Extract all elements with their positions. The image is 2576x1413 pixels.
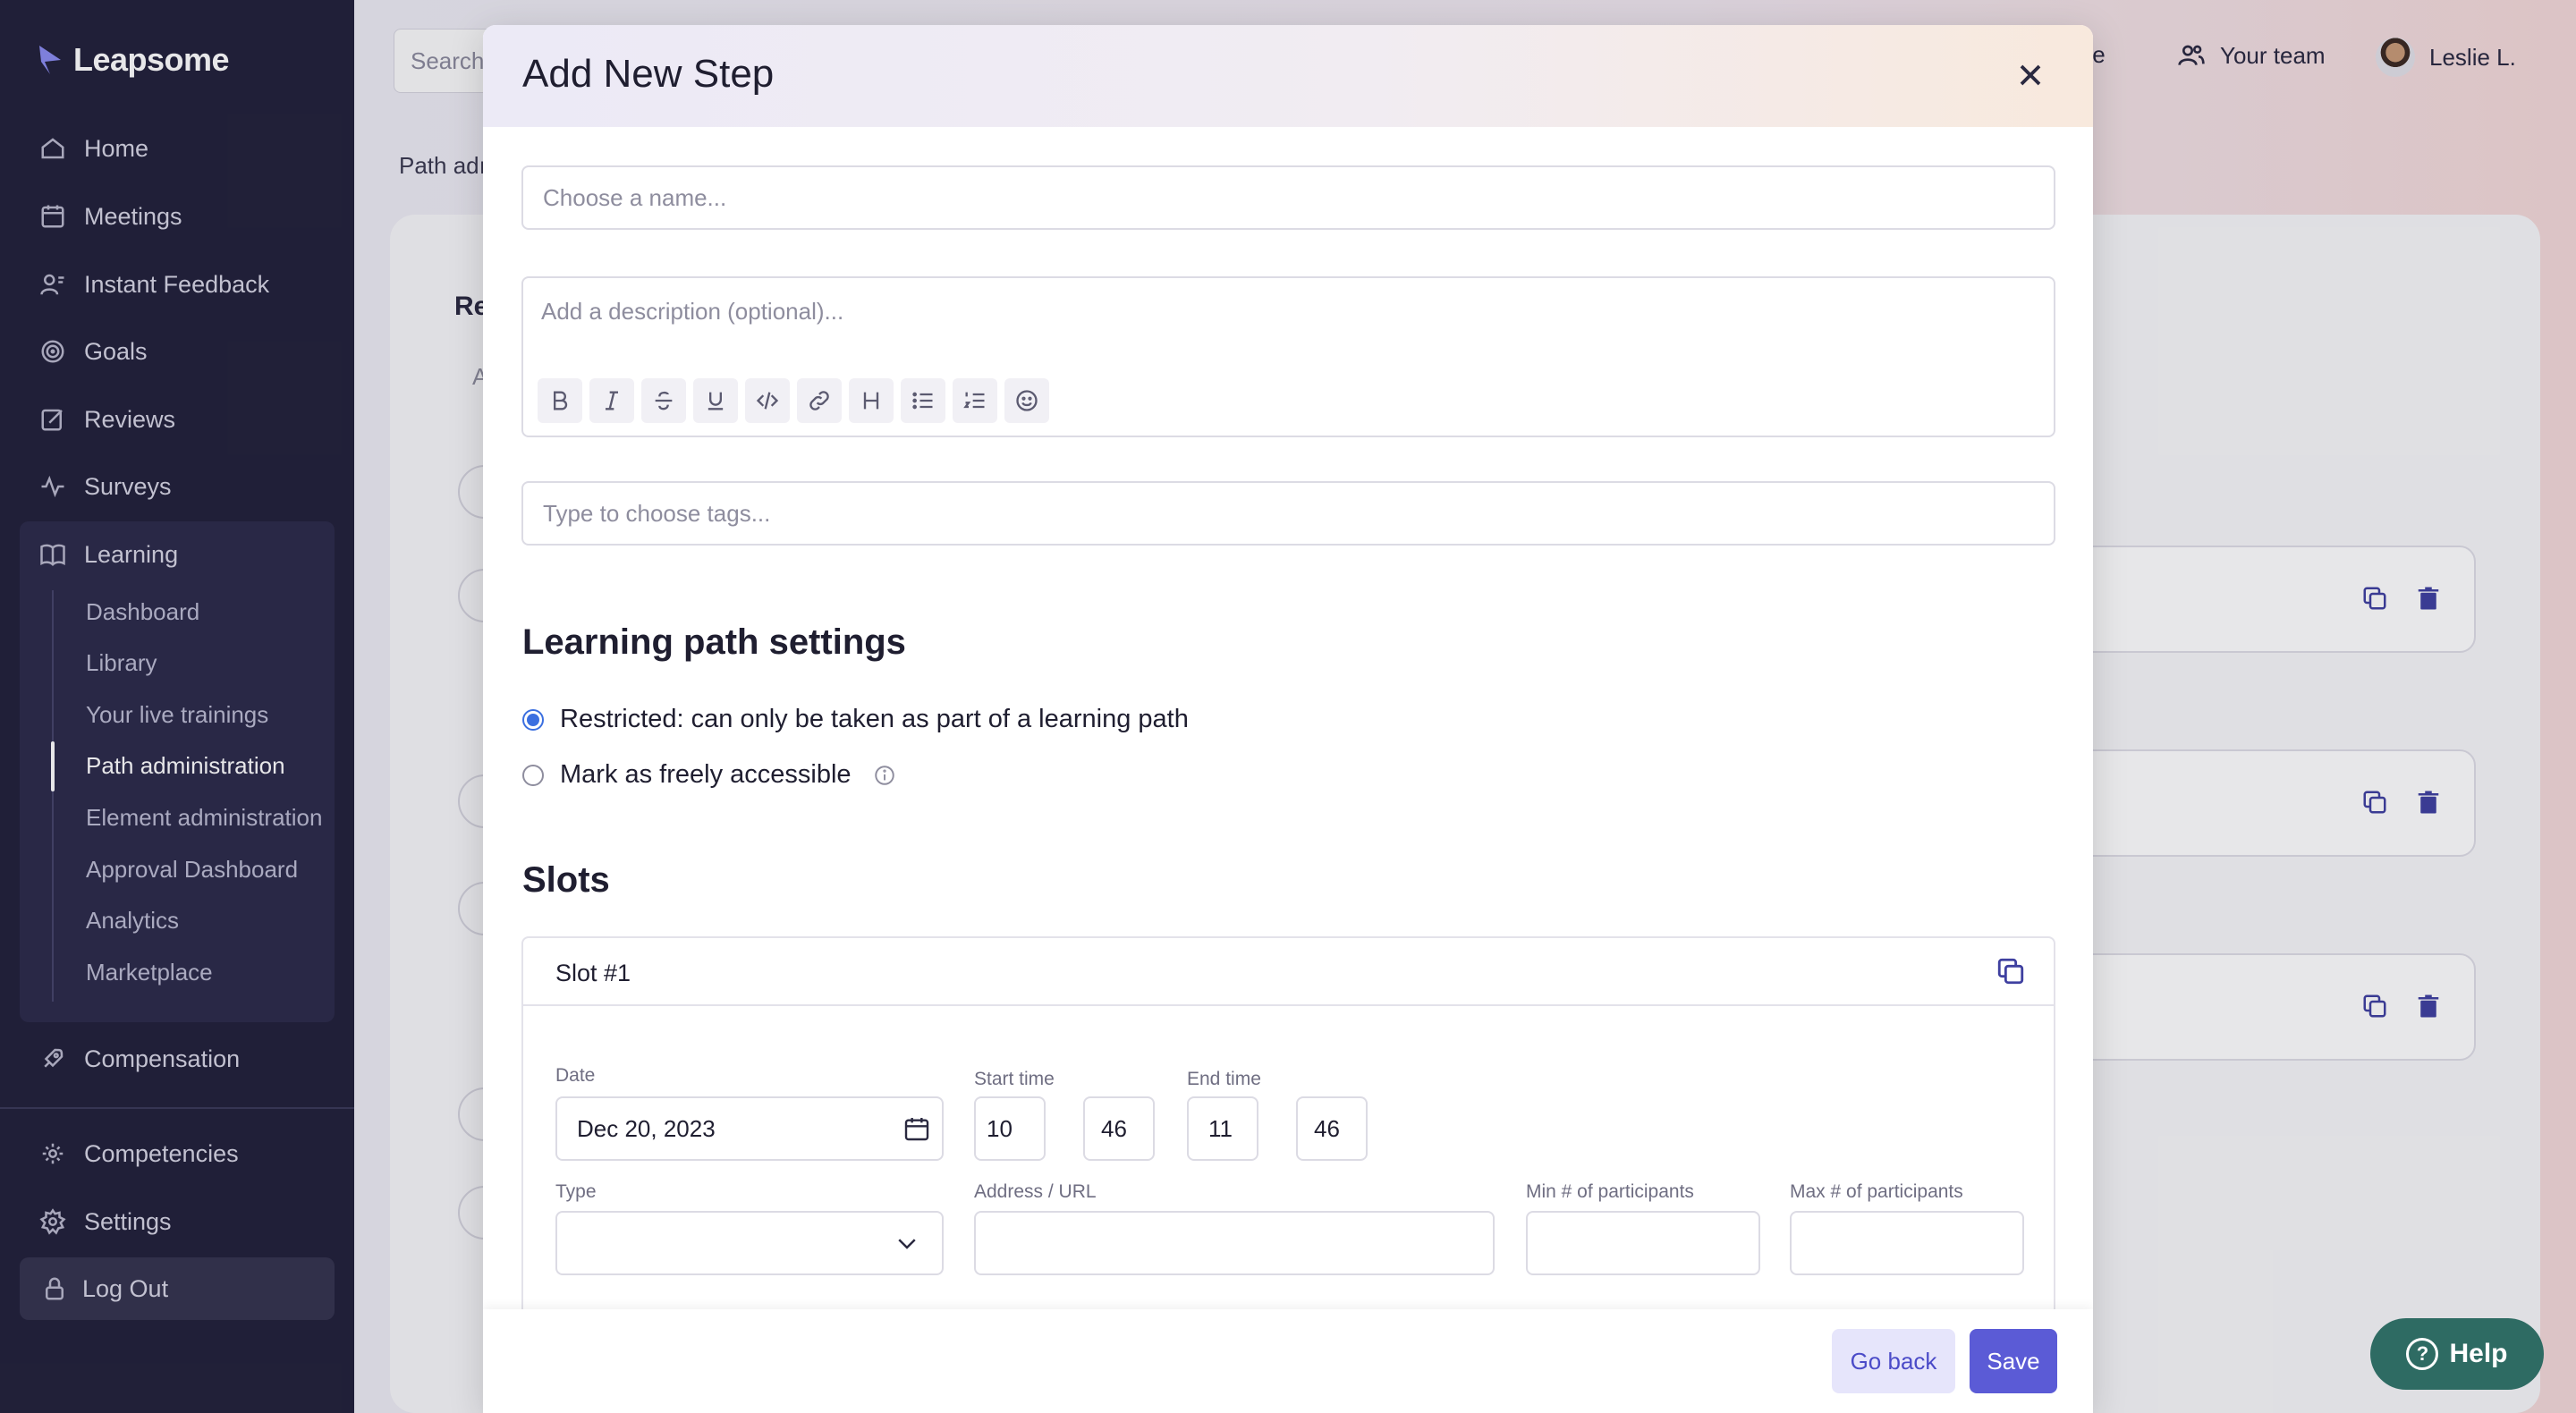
modal-title: Add New Step [522, 52, 775, 96]
italic-icon [606, 391, 618, 410]
underline-icon [708, 392, 724, 410]
slots-title: Slots [522, 860, 610, 900]
strikethrough-button[interactable] [641, 378, 686, 423]
duplicate-slot-button[interactable] [1996, 956, 2028, 988]
type-select[interactable] [555, 1211, 944, 1275]
date-label: Date [555, 1065, 596, 1086]
calendar-icon[interactable] [902, 1114, 931, 1143]
add-step-modal: Add New Step Add a description (optional… [483, 25, 2093, 1413]
start-hour-input[interactable] [974, 1096, 1046, 1161]
heading-button[interactable] [849, 378, 894, 423]
restricted-radio[interactable] [522, 708, 544, 731]
copy-icon [1997, 958, 2024, 985]
strikethrough-icon [655, 391, 673, 410]
option-freely-accessible[interactable]: Mark as freely accessible [522, 760, 896, 790]
end-hour-input[interactable] [1187, 1096, 1258, 1161]
go-back-button[interactable]: Go back [1832, 1329, 1955, 1393]
slot-title: Slot #1 [555, 960, 631, 986]
step-name-input[interactable] [521, 165, 2055, 230]
underline-button[interactable] [693, 378, 738, 423]
help-button[interactable]: ? Help [2370, 1318, 2544, 1390]
min-participants-label: Min # of participants [1526, 1181, 1694, 1202]
numbered-list-icon [963, 392, 985, 409]
end-time-label: End time [1187, 1069, 1261, 1089]
close-icon [2020, 64, 2041, 86]
bullet-list-icon [912, 392, 933, 410]
learning-path-settings-title: Learning path settings [522, 622, 906, 662]
close-button[interactable] [2012, 57, 2048, 93]
link-icon [809, 391, 829, 410]
description-placeholder: Add a description (optional)... [541, 298, 844, 325]
help-label: Help [2449, 1339, 2508, 1368]
save-button[interactable]: Save [1970, 1329, 2057, 1393]
end-minute-input[interactable] [1296, 1096, 1368, 1161]
date-field[interactable] [555, 1096, 944, 1161]
emoji-icon [1016, 390, 1038, 411]
min-participants-input[interactable] [1526, 1211, 1760, 1275]
bold-button[interactable] [538, 378, 582, 423]
modal-header: Add New Step [483, 25, 2093, 127]
max-participants-label: Max # of participants [1790, 1181, 1963, 1202]
tags-input[interactable] [521, 481, 2055, 546]
emoji-button[interactable] [1004, 378, 1049, 423]
question-icon: ? [2406, 1338, 2439, 1370]
bold-icon [554, 391, 568, 410]
numbered-list-button[interactable] [953, 378, 997, 423]
description-editor[interactable]: Add a description (optional)... [521, 276, 2055, 437]
type-label: Type [555, 1181, 597, 1202]
address-input[interactable] [974, 1211, 1495, 1275]
heading-icon [863, 392, 879, 410]
formatting-toolbar [538, 378, 1049, 423]
bullet-list-button[interactable] [901, 378, 945, 423]
option-restricted[interactable]: Restricted: can only be taken as part of… [522, 705, 1189, 734]
freely-accessible-radio[interactable] [522, 764, 544, 786]
start-time-label: Start time [974, 1069, 1055, 1089]
start-minute-input[interactable] [1083, 1096, 1155, 1161]
italic-button[interactable] [589, 378, 634, 423]
slot-header: Slot #1 [523, 938, 2054, 1006]
restricted-label: Restricted: can only be taken as part of… [560, 705, 1189, 733]
modal-footer: Go back Save [483, 1309, 2093, 1413]
freely-accessible-label: Mark as freely accessible [560, 760, 852, 789]
code-button[interactable] [745, 378, 790, 423]
info-icon[interactable] [873, 764, 896, 787]
address-label: Address / URL [974, 1181, 1097, 1202]
chevron-down-icon [898, 1239, 916, 1249]
code-icon [756, 392, 779, 410]
link-button[interactable] [797, 378, 842, 423]
max-participants-input[interactable] [1790, 1211, 2024, 1275]
